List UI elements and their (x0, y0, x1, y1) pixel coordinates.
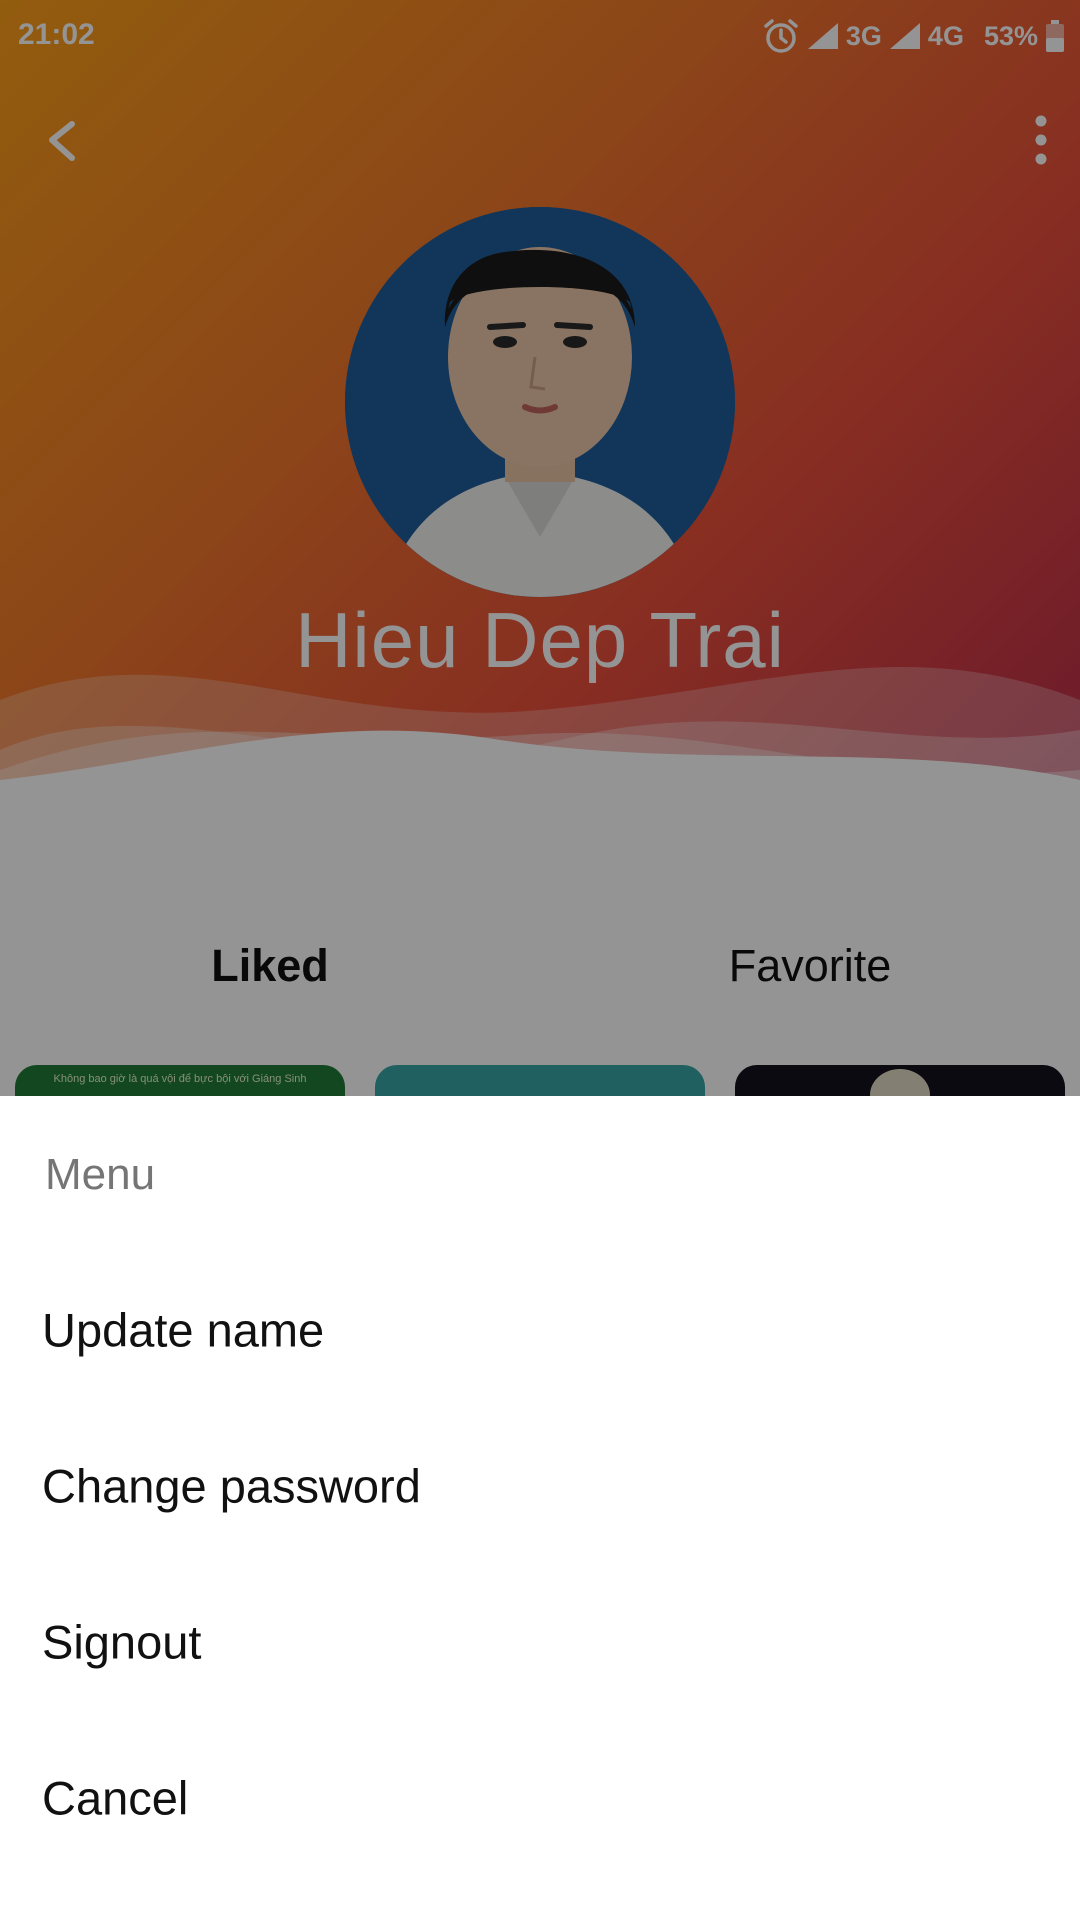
menu-item-cancel[interactable]: Cancel (0, 1720, 1080, 1876)
menu-item-label: Change password (42, 1459, 421, 1513)
menu-title: Menu (45, 1150, 156, 1199)
menu-bottom-sheet: Menu Update name Change password Signout… (0, 1096, 1080, 1920)
menu-item-change-password[interactable]: Change password (0, 1408, 1080, 1564)
menu-item-label: Cancel (42, 1771, 189, 1825)
menu-item-signout[interactable]: Signout (0, 1564, 1080, 1720)
profile-screen: 21:02 3G 4G 53% Hieu Dep Trai Liked Favo… (0, 0, 1080, 1920)
menu-item-update-name[interactable]: Update name (0, 1252, 1080, 1408)
menu-item-label: Update name (42, 1303, 325, 1357)
menu-item-label: Signout (42, 1615, 202, 1669)
